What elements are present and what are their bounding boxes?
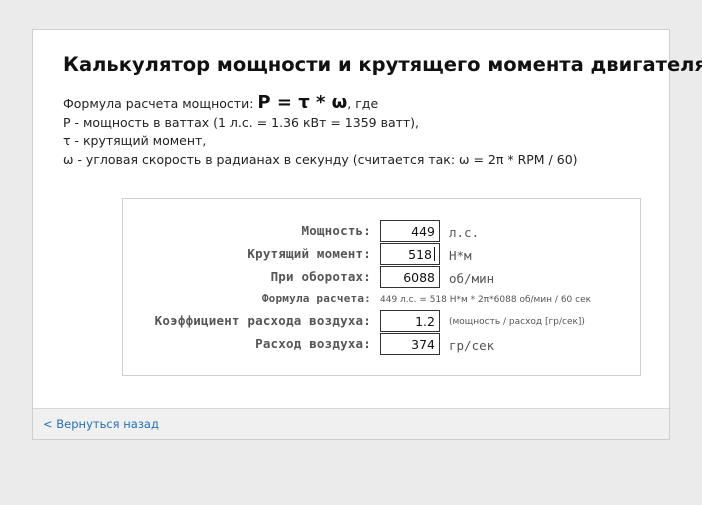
rpm-unit: об/мин [449, 271, 495, 286]
description-suffix: , где [347, 96, 379, 111]
description-line-1: Формула расчета мощности: P = τ * ω, где [63, 92, 578, 114]
rpm-row: При оборотах: 6088 об/мин [123, 266, 640, 288]
rpm-label: При оборотах: [270, 269, 371, 284]
description-line-4: ω - угловая скорость в радианах в секунд… [63, 151, 578, 167]
description-line-2: P - мощность в ваттах (1 л.с. = 1.36 кВт… [63, 114, 420, 130]
airflow-input[interactable]: 374 [380, 333, 440, 355]
formula-label: Формула расчета: [261, 292, 371, 305]
power-input[interactable]: 449 [380, 220, 440, 242]
back-link[interactable]: < Вернуться назад [43, 417, 159, 431]
page-title: Калькулятор мощности и крутящего момента… [63, 53, 702, 76]
formula-description: Формула расчета мощности: P = τ * ω, где… [63, 92, 578, 169]
airflow-unit: гр/сек [449, 338, 495, 353]
power-formula: P = τ * ω [257, 92, 348, 113]
air-coeff-unit: (мощность / расход [гр/сек]) [449, 317, 585, 327]
torque-row: Крутящий момент: 518 Н*м [123, 243, 640, 265]
power-unit: л.с. [449, 225, 480, 240]
torque-input[interactable]: 518 [380, 243, 440, 265]
airflow-label: Расход воздуха: [255, 336, 371, 351]
description-line-3: τ - крутящий момент, [63, 133, 207, 148]
description-prefix: Формула расчета мощности: [63, 96, 258, 111]
footer-bar: < Вернуться назад [33, 408, 669, 439]
formula-row: Формула расчета: 449 л.с. = 518 Н*м * 2π… [123, 288, 640, 310]
calculator-form: Мощность: 449 л.с. Крутящий момент: 518 … [122, 198, 641, 376]
power-label: Мощность: [301, 223, 371, 238]
torque-unit: Н*м [449, 248, 472, 263]
main-panel: Калькулятор мощности и крутящего момента… [32, 29, 702, 440]
torque-label: Крутящий момент: [247, 246, 371, 261]
air-coeff-row: Коэффициент расхода воздуха: 1.2 (мощнос… [123, 310, 640, 332]
rpm-input[interactable]: 6088 [380, 266, 440, 288]
torque-input-value: 518 [408, 247, 432, 262]
air-coeff-label: Коэффициент расхода воздуха: [154, 313, 371, 328]
airflow-row: Расход воздуха: 374 гр/сек [123, 333, 640, 355]
air-coeff-input[interactable]: 1.2 [380, 310, 440, 332]
power-row: Мощность: 449 л.с. [123, 220, 640, 242]
formula-text: 449 л.с. = 518 Н*м * 2π*6088 об/мин / 60… [380, 295, 592, 305]
